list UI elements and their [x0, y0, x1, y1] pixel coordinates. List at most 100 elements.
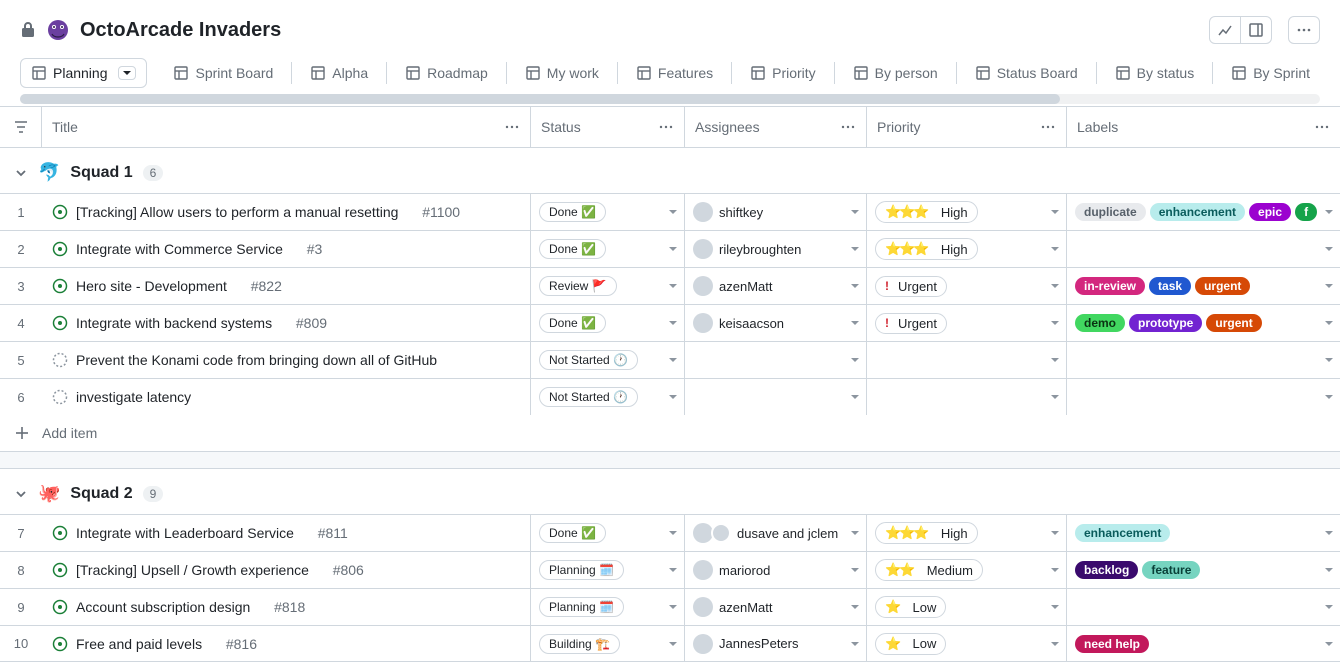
column-status-menu[interactable] [658, 119, 674, 135]
cell-labels[interactable]: need help [1066, 626, 1340, 661]
issue-title[interactable]: [Tracking] Upsell / Growth experience [76, 562, 309, 578]
cell-title[interactable]: Free and paid levels #816 [42, 626, 530, 661]
column-labels[interactable]: Labels [1066, 107, 1340, 147]
cell-dropdown[interactable] [1324, 528, 1334, 538]
tab-by-person[interactable]: By person [843, 59, 948, 87]
table-row[interactable]: 9Account subscription design #818Plannin… [0, 588, 1340, 625]
label-demo[interactable]: demo [1075, 314, 1125, 332]
table-row[interactable]: 1[Tracking] Allow users to perform a man… [0, 193, 1340, 230]
cell-assignees[interactable] [684, 379, 866, 415]
cell-labels[interactable]: enhancement [1066, 515, 1340, 551]
cell-dropdown[interactable] [850, 318, 860, 328]
cell-dropdown[interactable] [1324, 392, 1334, 402]
cell-labels[interactable] [1066, 379, 1340, 415]
cell-dropdown[interactable] [1050, 565, 1060, 575]
cell-dropdown[interactable] [1050, 392, 1060, 402]
tab-planning[interactable]: Planning [20, 58, 147, 88]
label-feature[interactable]: feature [1142, 561, 1200, 579]
cell-dropdown[interactable] [1050, 281, 1060, 291]
cell-assignees[interactable]: keisaacson [684, 305, 866, 341]
add-item-row[interactable]: Add item [0, 415, 1340, 451]
horizontal-scrollbar[interactable] [20, 94, 1320, 104]
project-title[interactable]: OctoArcade Invaders [80, 19, 281, 42]
cell-priority[interactable]: ⭐ Low [866, 626, 1066, 661]
cell-title[interactable]: Prevent the Konami code from bringing do… [42, 342, 530, 378]
cell-dropdown[interactable] [850, 392, 860, 402]
cell-dropdown[interactable] [1324, 207, 1334, 217]
cell-status[interactable]: Not Started 🕐 [530, 379, 684, 415]
table-row[interactable]: 10Free and paid levels #816Building 🏗️Ja… [0, 625, 1340, 662]
cell-dropdown[interactable] [850, 528, 860, 538]
cell-assignees[interactable]: azenMatt [684, 268, 866, 304]
tab-my-work[interactable]: My work [515, 59, 609, 87]
cell-dropdown[interactable] [1324, 355, 1334, 365]
cell-dropdown[interactable] [850, 639, 860, 649]
cell-dropdown[interactable] [668, 244, 678, 254]
cell-dropdown[interactable] [668, 318, 678, 328]
tab-priority[interactable]: Priority [740, 59, 826, 87]
label-task[interactable]: task [1149, 277, 1191, 295]
cell-assignees[interactable]: azenMatt [684, 589, 866, 625]
table-row[interactable]: 2Integrate with Commerce Service #3Done … [0, 230, 1340, 267]
label-epic[interactable]: epic [1249, 203, 1291, 221]
cell-dropdown[interactable] [1050, 355, 1060, 365]
cell-dropdown[interactable] [1050, 244, 1060, 254]
chevron-down-icon[interactable] [14, 487, 28, 501]
cell-dropdown[interactable] [1050, 318, 1060, 328]
cell-labels[interactable]: demoprototypeurgent [1066, 305, 1340, 341]
column-title[interactable]: Title [42, 107, 530, 147]
cell-dropdown[interactable] [1324, 602, 1334, 612]
cell-priority[interactable]: !Urgent [866, 305, 1066, 341]
cell-title[interactable]: [Tracking] Allow users to perform a manu… [42, 194, 530, 230]
label-urgent[interactable]: urgent [1195, 277, 1250, 295]
label-enhancement[interactable]: enhancement [1150, 203, 1245, 221]
cell-dropdown[interactable] [1324, 639, 1334, 649]
cell-assignees[interactable]: mariorod [684, 552, 866, 588]
cell-labels[interactable] [1066, 231, 1340, 267]
table-row[interactable]: 5Prevent the Konami code from bringing d… [0, 341, 1340, 378]
column-priority[interactable]: Priority [866, 107, 1066, 147]
cell-dropdown[interactable] [668, 565, 678, 575]
cell-priority[interactable]: ⭐⭐⭐ High [866, 515, 1066, 551]
cell-status[interactable]: Done ✅ [530, 305, 684, 341]
cell-status[interactable]: Done ✅ [530, 515, 684, 551]
cell-labels[interactable]: duplicateenhancementepicf [1066, 194, 1340, 230]
column-assignees[interactable]: Assignees [684, 107, 866, 147]
cell-labels[interactable]: in-reviewtaskurgent [1066, 268, 1340, 304]
tab-dropdown[interactable] [118, 66, 136, 80]
issue-title[interactable]: investigate latency [76, 389, 191, 405]
label-in_review[interactable]: in-review [1075, 277, 1145, 295]
label-urgent[interactable]: urgent [1206, 314, 1261, 332]
issue-title[interactable]: Account subscription design [76, 599, 250, 615]
cell-dropdown[interactable] [668, 355, 678, 365]
label-backlog[interactable]: backlog [1075, 561, 1138, 579]
cell-priority[interactable] [866, 342, 1066, 378]
cell-dropdown[interactable] [850, 602, 860, 612]
label-need_help[interactable]: need help [1075, 635, 1149, 653]
tab-status-board[interactable]: Status Board [965, 59, 1088, 87]
label-prototype[interactable]: prototype [1129, 314, 1202, 332]
cell-assignees[interactable] [684, 342, 866, 378]
cell-status[interactable]: Done ✅ [530, 231, 684, 267]
cell-status[interactable]: Review 🚩 [530, 268, 684, 304]
cell-title[interactable]: Integrate with Commerce Service #3 [42, 231, 530, 267]
cell-assignees[interactable]: rileybroughten [684, 231, 866, 267]
cell-title[interactable]: investigate latency [42, 379, 530, 415]
cell-status[interactable]: Planning 🗓️ [530, 552, 684, 588]
issue-title[interactable]: Prevent the Konami code from bringing do… [76, 352, 437, 368]
cell-dropdown[interactable] [1324, 565, 1334, 575]
more-button[interactable] [1288, 16, 1320, 44]
cell-title[interactable]: Integrate with Leaderboard Service #811 [42, 515, 530, 551]
cell-labels[interactable] [1066, 589, 1340, 625]
cell-title[interactable]: Hero site - Development #822 [42, 268, 530, 304]
label-f[interactable]: f [1295, 203, 1317, 221]
label-duplicate[interactable]: duplicate [1075, 203, 1146, 221]
tab-by-status[interactable]: By status [1105, 59, 1205, 87]
column-priority-menu[interactable] [1040, 119, 1056, 135]
cell-priority[interactable]: ⭐⭐⭐ High [866, 194, 1066, 230]
cell-priority[interactable]: ⭐⭐⭐ High [866, 231, 1066, 267]
cell-assignees[interactable]: dusave and jclem [684, 515, 866, 551]
cell-dropdown[interactable] [668, 392, 678, 402]
column-labels-menu[interactable] [1314, 119, 1330, 135]
column-assignees-menu[interactable] [840, 119, 856, 135]
